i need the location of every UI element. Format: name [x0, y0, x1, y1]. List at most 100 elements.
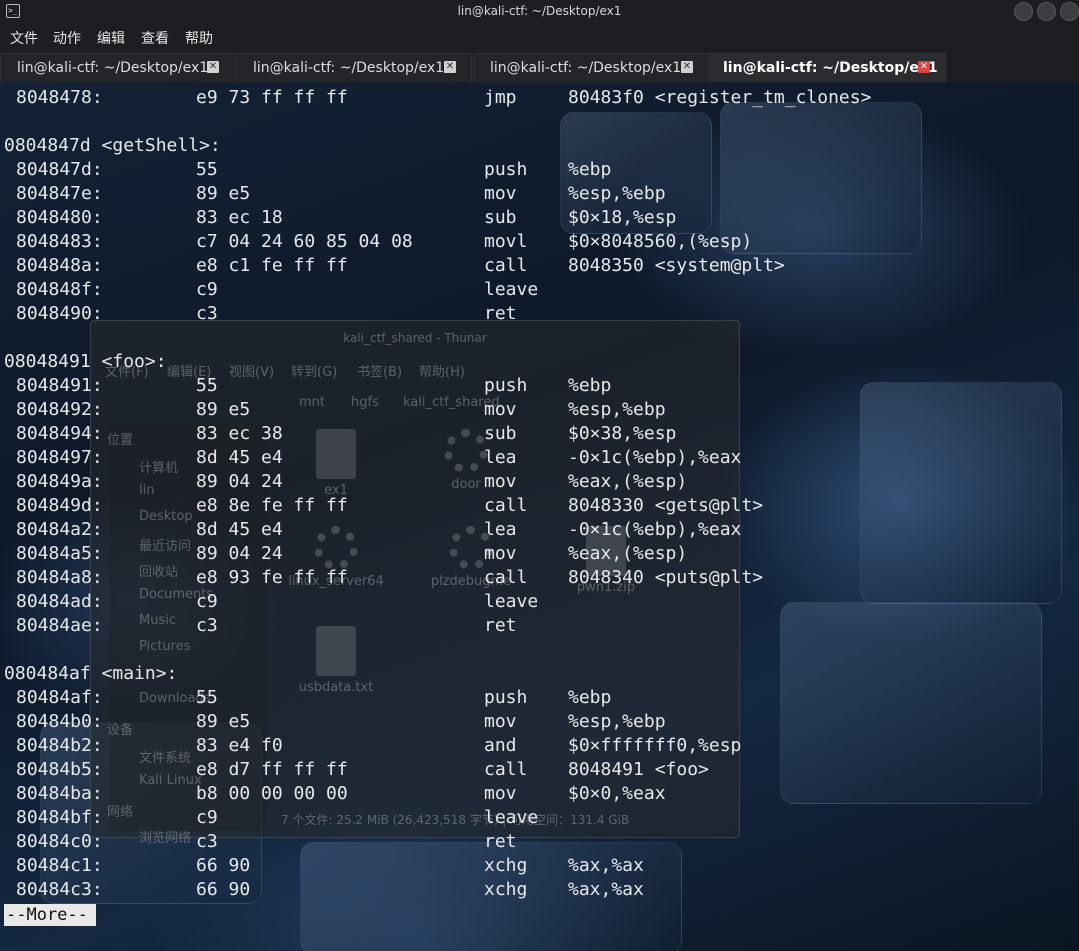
- tab-close-icon[interactable]: ✕: [918, 61, 930, 73]
- instruction-operands: %esp,%ebp: [568, 399, 666, 420]
- disasm-line: 80484a2: 8d 45 e4 lea -0×1c(%ebp),%eax: [0, 518, 1079, 542]
- minimize-button[interactable]: [1014, 2, 1033, 21]
- instruction-address: 804849a:: [16, 471, 103, 492]
- instruction-address: 8048497:: [16, 447, 103, 468]
- disasm-line: 80484ad: c9 leave: [0, 590, 1079, 614]
- instruction-address: 80484a8:: [16, 567, 103, 588]
- instruction-address: 8048490:: [16, 303, 103, 324]
- disasm-function-header: 080484af <main>:: [0, 662, 1079, 686]
- disasm-line: 80484bf: c9 leave: [0, 806, 1079, 830]
- instruction-bytes: 83 ec 18: [196, 207, 283, 228]
- instruction-bytes: c3: [196, 615, 218, 636]
- instruction-address: 8048483:: [16, 231, 103, 252]
- disasm-line: 8048494: 83 ec 38 sub $0×38,%esp: [0, 422, 1079, 446]
- tab-2[interactable]: lin@kali-ctf: ~/Desktop/ex1 ✕: [236, 53, 472, 82]
- instruction-operands: %esp,%ebp: [568, 711, 666, 732]
- tab-label: lin@kali-ctf: ~/Desktop/ex1: [17, 60, 209, 76]
- menu-view[interactable]: 查看: [141, 28, 169, 48]
- tab-4-active[interactable]: lin@kali-ctf: ~/Desktop/ex1 ✕: [710, 53, 946, 82]
- disasm-line: 8048490: c3 ret: [0, 302, 1079, 326]
- instruction-mnemonic: jmp: [484, 87, 517, 108]
- disasm-line: 8048480: 83 ec 18 sub $0×18,%esp: [0, 206, 1079, 230]
- instruction-bytes: 8d 45 e4: [196, 519, 283, 540]
- instruction-mnemonic: mov: [484, 183, 517, 204]
- instruction-mnemonic: push: [484, 687, 528, 708]
- instruction-mnemonic: leave: [484, 807, 539, 828]
- instruction-bytes: 89 e5: [196, 399, 251, 420]
- close-window-button[interactable]: [1060, 2, 1079, 21]
- instruction-mnemonic: call: [484, 495, 528, 516]
- disasm-line: 80484af: 55 push %ebp: [0, 686, 1079, 710]
- instruction-mnemonic: push: [484, 375, 528, 396]
- disasm-line: 804849d: e8 8e fe ff ff call 8048330 <gets@…: [0, 494, 1079, 518]
- instruction-bytes: c3: [196, 303, 218, 324]
- instruction-bytes: c9: [196, 279, 218, 300]
- instruction-address: 804848f:: [16, 279, 103, 300]
- instruction-address: 80484af:: [16, 687, 103, 708]
- instruction-bytes: 89 04 24: [196, 471, 283, 492]
- instruction-mnemonic: sub: [484, 207, 517, 228]
- tab-3[interactable]: lin@kali-ctf: ~/Desktop/ex1 ✕: [473, 53, 709, 82]
- disasm-line: 80484c0: c3 ret: [0, 830, 1079, 854]
- instruction-mnemonic: and: [484, 735, 517, 756]
- instruction-operands: %ebp: [568, 159, 612, 180]
- menu-bar: 文件 动作 编辑 查看 帮助: [0, 22, 1079, 50]
- instruction-operands: %ax,%ax: [568, 879, 644, 900]
- function-label: 080484af <main>:: [4, 663, 178, 684]
- instruction-operands: %ebp: [568, 687, 612, 708]
- menu-help[interactable]: 帮助: [185, 28, 213, 48]
- instruction-bytes: c9: [196, 807, 218, 828]
- menu-file[interactable]: 文件: [10, 28, 38, 48]
- instruction-operands: 8048350 <system@plt>: [568, 255, 785, 276]
- instruction-mnemonic: call: [484, 759, 528, 780]
- menu-actions[interactable]: 动作: [53, 28, 81, 48]
- instruction-operands: $0×8048560,(%esp): [568, 231, 753, 252]
- function-label: 08048491 <foo>:: [4, 351, 167, 372]
- instruction-operands: $0×0,%eax: [568, 783, 666, 804]
- instruction-bytes: 66 90: [196, 855, 251, 876]
- instruction-operands: $0×38,%esp: [568, 423, 677, 444]
- instruction-bytes: e8 d7 ff ff ff: [196, 759, 348, 780]
- instruction-bytes: 89 04 24: [196, 543, 283, 564]
- disasm-line: 804848a: e8 c1 fe ff ff call 8048350 <syste…: [0, 254, 1079, 278]
- window-title: lin@kali-ctf: ~/Desktop/ex1: [457, 4, 622, 18]
- instruction-bytes: 55: [196, 159, 218, 180]
- instruction-bytes: c7 04 24 60 85 04 08: [196, 231, 413, 252]
- instruction-address: 8048491:: [16, 375, 103, 396]
- instruction-bytes: 83 ec 38: [196, 423, 283, 444]
- instruction-bytes: c9: [196, 591, 218, 612]
- instruction-mnemonic: ret: [484, 615, 517, 636]
- tab-close-icon[interactable]: ✕: [444, 61, 456, 73]
- instruction-mnemonic: lea: [484, 447, 517, 468]
- instruction-address: 80484ba:: [16, 783, 103, 804]
- tab-1[interactable]: lin@kali-ctf: ~/Desktop/ex1 ✕: [0, 53, 235, 82]
- instruction-bytes: e9 73 ff ff ff: [196, 87, 348, 108]
- instruction-address: 80484a2:: [16, 519, 103, 540]
- disasm-line: 80484c1: 66 90 xchg %ax,%ax: [0, 854, 1079, 878]
- instruction-bytes: 66 90: [196, 879, 251, 900]
- instruction-mnemonic: call: [484, 255, 528, 276]
- instruction-mnemonic: mov: [484, 543, 517, 564]
- instruction-mnemonic: xchg: [484, 879, 528, 900]
- instruction-bytes: 89 e5: [196, 711, 251, 732]
- disasm-line: 80484a8: e8 93 fe ff ff call 8048340 <puts@…: [0, 566, 1079, 590]
- maximize-button[interactable]: [1037, 2, 1056, 21]
- disasm-line: 804847d: 55 push %ebp: [0, 158, 1079, 182]
- instruction-address: 804847e:: [16, 183, 103, 204]
- instruction-address: 804848a:: [16, 255, 103, 276]
- disasm-line: 8048492: 89 e5 mov %esp,%ebp: [0, 398, 1079, 422]
- instruction-mnemonic: mov: [484, 783, 517, 804]
- disasm-line: 804848f: c9 leave: [0, 278, 1079, 302]
- instruction-bytes: e8 8e fe ff ff: [196, 495, 348, 516]
- instruction-mnemonic: mov: [484, 471, 517, 492]
- tab-close-icon[interactable]: ✕: [681, 61, 693, 73]
- disasm-line: 80484b5: e8 d7 ff ff ff call 8048491 <foo>: [0, 758, 1079, 782]
- instruction-bytes: e8 93 fe ff ff: [196, 567, 348, 588]
- instruction-mnemonic: mov: [484, 399, 517, 420]
- tab-bar: lin@kali-ctf: ~/Desktop/ex1 ✕ lin@kali-c…: [0, 50, 1079, 82]
- tab-close-icon[interactable]: ✕: [207, 61, 219, 73]
- instruction-bytes: 89 e5: [196, 183, 251, 204]
- menu-edit[interactable]: 编辑: [97, 28, 125, 48]
- instruction-bytes: c3: [196, 831, 218, 852]
